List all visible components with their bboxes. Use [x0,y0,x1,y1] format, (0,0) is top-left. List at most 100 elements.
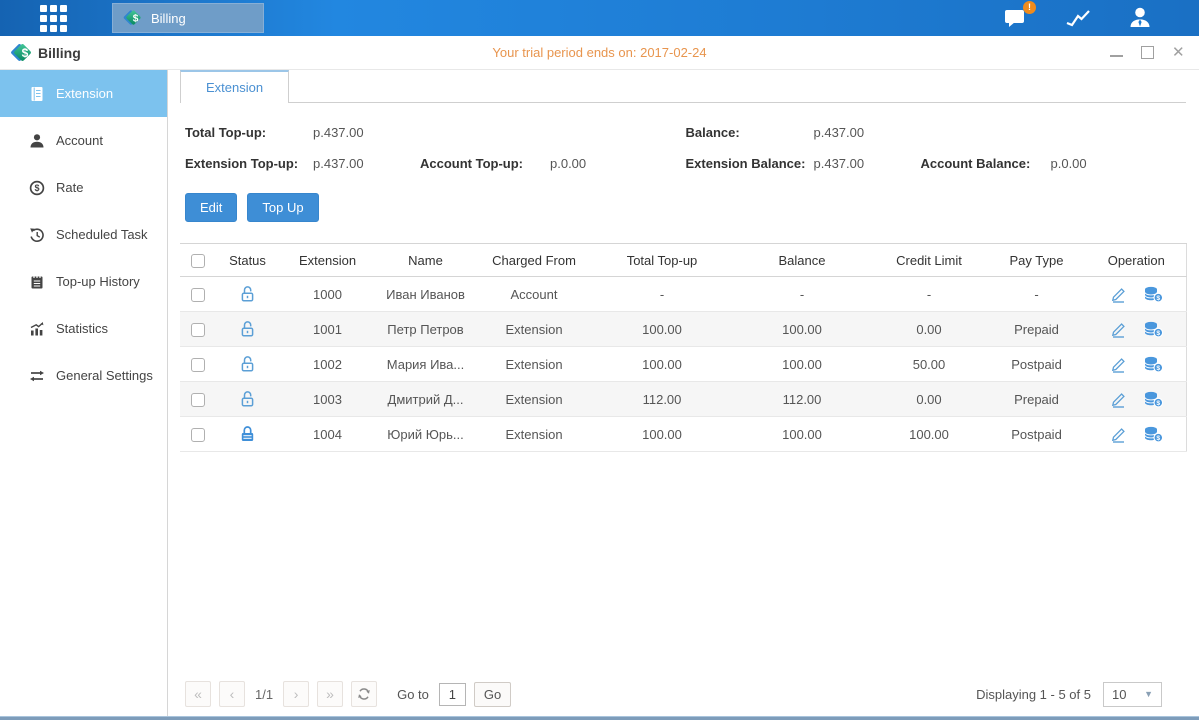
cell-name: Мария Ива... [375,347,476,382]
sidebar-item-extension[interactable]: Extension [0,70,167,117]
cell-extension: 1002 [280,347,375,382]
edit-button[interactable]: Edit [185,193,237,222]
row-checkbox[interactable] [191,428,205,442]
cell-extension: 1000 [280,277,375,312]
cell-credit-limit: 100.00 [872,417,986,452]
row-checkbox[interactable] [191,393,205,407]
transfer-arrows-icon [29,368,45,384]
sidebar-item-topup-history[interactable]: Top-up History [0,258,167,305]
cell-pay-type: - [986,277,1087,312]
displaying-text: Displaying 1 - 5 of 5 [976,687,1091,702]
topup-row-icon[interactable]: $ [1143,320,1164,337]
pagination-bar: « ‹ 1/1 › » Go to Go Displaying [180,681,1186,707]
trial-notice: Your trial period ends on: 2017-02-24 [492,45,706,60]
table-row: 1003Дмитрий Д...Extension112.00112.000.0… [180,382,1186,417]
row-checkbox[interactable] [191,323,205,337]
account-balance-label: Account Balance: [921,156,1051,171]
sidebar-item-general-settings[interactable]: General Settings [0,352,167,399]
topup-row-icon[interactable]: $ [1143,390,1164,407]
cell-name: Иван Иванов [375,277,476,312]
sidebar-item-account[interactable]: Account [0,117,167,164]
billing-window: $ Billing ! [0,0,1199,720]
unlocked-icon [239,320,256,335]
edit-row-icon[interactable] [1109,285,1127,302]
cell-credit-limit: 50.00 [872,347,986,382]
topup-row-icon[interactable]: $ [1143,285,1164,302]
topbar: $ Billing ! [0,0,1199,36]
table-header-row: Status Extension Name Charged From Total… [180,244,1186,277]
statistics-chart-icon[interactable] [1065,6,1091,30]
dollar-circle-icon: $ [29,180,45,196]
maximize-icon[interactable] [1141,46,1154,59]
cell-credit-limit: 0.00 [872,382,986,417]
extension-topup-label: Extension Top-up: [185,156,313,171]
total-topup-value: p.437.00 [313,125,420,140]
edit-row-icon[interactable] [1109,320,1127,337]
titlebar: $ Billing Your trial period ends on: 201… [0,36,1199,70]
extension-table-body: 1000Иван ИвановAccount----$1001Петр Петр… [180,277,1186,452]
next-page-button[interactable]: › [283,681,309,707]
sidebar: Extension Account $ Rate [0,70,168,716]
cell-pay-type: Prepaid [986,312,1087,347]
edit-row-icon[interactable] [1109,425,1127,442]
header-pay-type: Pay Type [986,244,1087,277]
notification-badge: ! [1023,1,1036,14]
tabstrip: Extension [180,70,1186,103]
chevron-left-icon: ‹ [230,686,235,702]
cell-balance: 112.00 [732,382,872,417]
close-icon[interactable]: ✕ [1172,46,1185,59]
window-title: Billing [38,45,81,61]
cell-name: Дмитрий Д... [375,382,476,417]
edit-row-icon[interactable] [1109,355,1127,372]
svg-text:$: $ [1156,435,1160,442]
messages-icon[interactable]: ! [1003,6,1029,30]
row-checkbox[interactable] [191,358,205,372]
topup-row-icon[interactable]: $ [1143,425,1164,442]
topbar-billing-tab[interactable]: $ Billing [112,3,264,33]
cell-charged-from: Account [476,277,592,312]
app-grid-icon[interactable] [36,4,70,32]
window-bottom-edge [0,716,1199,720]
topup-row-icon[interactable]: $ [1143,355,1164,372]
goto-page-input[interactable] [439,683,466,706]
bar-chart-icon [29,321,45,337]
first-page-button[interactable]: « [185,681,211,707]
cell-balance: 100.00 [732,347,872,382]
double-chevron-right-icon: » [326,686,334,702]
main-content: Extension Total Top-up: p.437.00 Extensi… [168,70,1199,716]
sidebar-item-label: Statistics [56,321,108,336]
edit-row-icon[interactable] [1109,390,1127,407]
sidebar-item-scheduled-task[interactable]: Scheduled Task [0,211,167,258]
sidebar-item-rate[interactable]: $ Rate [0,164,167,211]
user-account-icon[interactable] [1127,6,1153,30]
chevron-right-icon: › [294,686,299,702]
account-balance-value: p.0.00 [1051,156,1158,171]
header-total-topup: Total Top-up [592,244,732,277]
clock-history-icon [29,227,45,243]
select-all-checkbox[interactable] [191,254,205,268]
sidebar-item-statistics[interactable]: Statistics [0,305,167,352]
refresh-button[interactable] [351,681,377,707]
sidebar-item-label: Account [56,133,103,148]
cell-credit-limit: - [872,277,986,312]
action-buttons: Edit Top Up [180,193,1186,222]
minimize-icon[interactable] [1110,48,1123,57]
double-chevron-left-icon: « [194,686,202,702]
page-size-value: 10 [1112,687,1126,702]
header-extension: Extension [280,244,375,277]
cell-total-topup: 100.00 [592,312,732,347]
extension-table: Status Extension Name Charged From Total… [180,243,1187,452]
cell-total-topup: 100.00 [592,417,732,452]
last-page-button[interactable]: » [317,681,343,707]
svg-text:$: $ [1156,400,1160,407]
page-size-select[interactable]: 10 ▼ [1103,682,1162,707]
extension-topup-value: p.437.00 [313,156,420,171]
row-checkbox[interactable] [191,288,205,302]
topup-button[interactable]: Top Up [247,193,318,222]
locked-icon [239,425,256,440]
go-button[interactable]: Go [474,682,511,707]
table-row: 1001Петр ПетровExtension100.00100.000.00… [180,312,1186,347]
account-topup-value: p.0.00 [550,156,657,171]
tab-extension[interactable]: Extension [180,70,289,103]
prev-page-button[interactable]: ‹ [219,681,245,707]
